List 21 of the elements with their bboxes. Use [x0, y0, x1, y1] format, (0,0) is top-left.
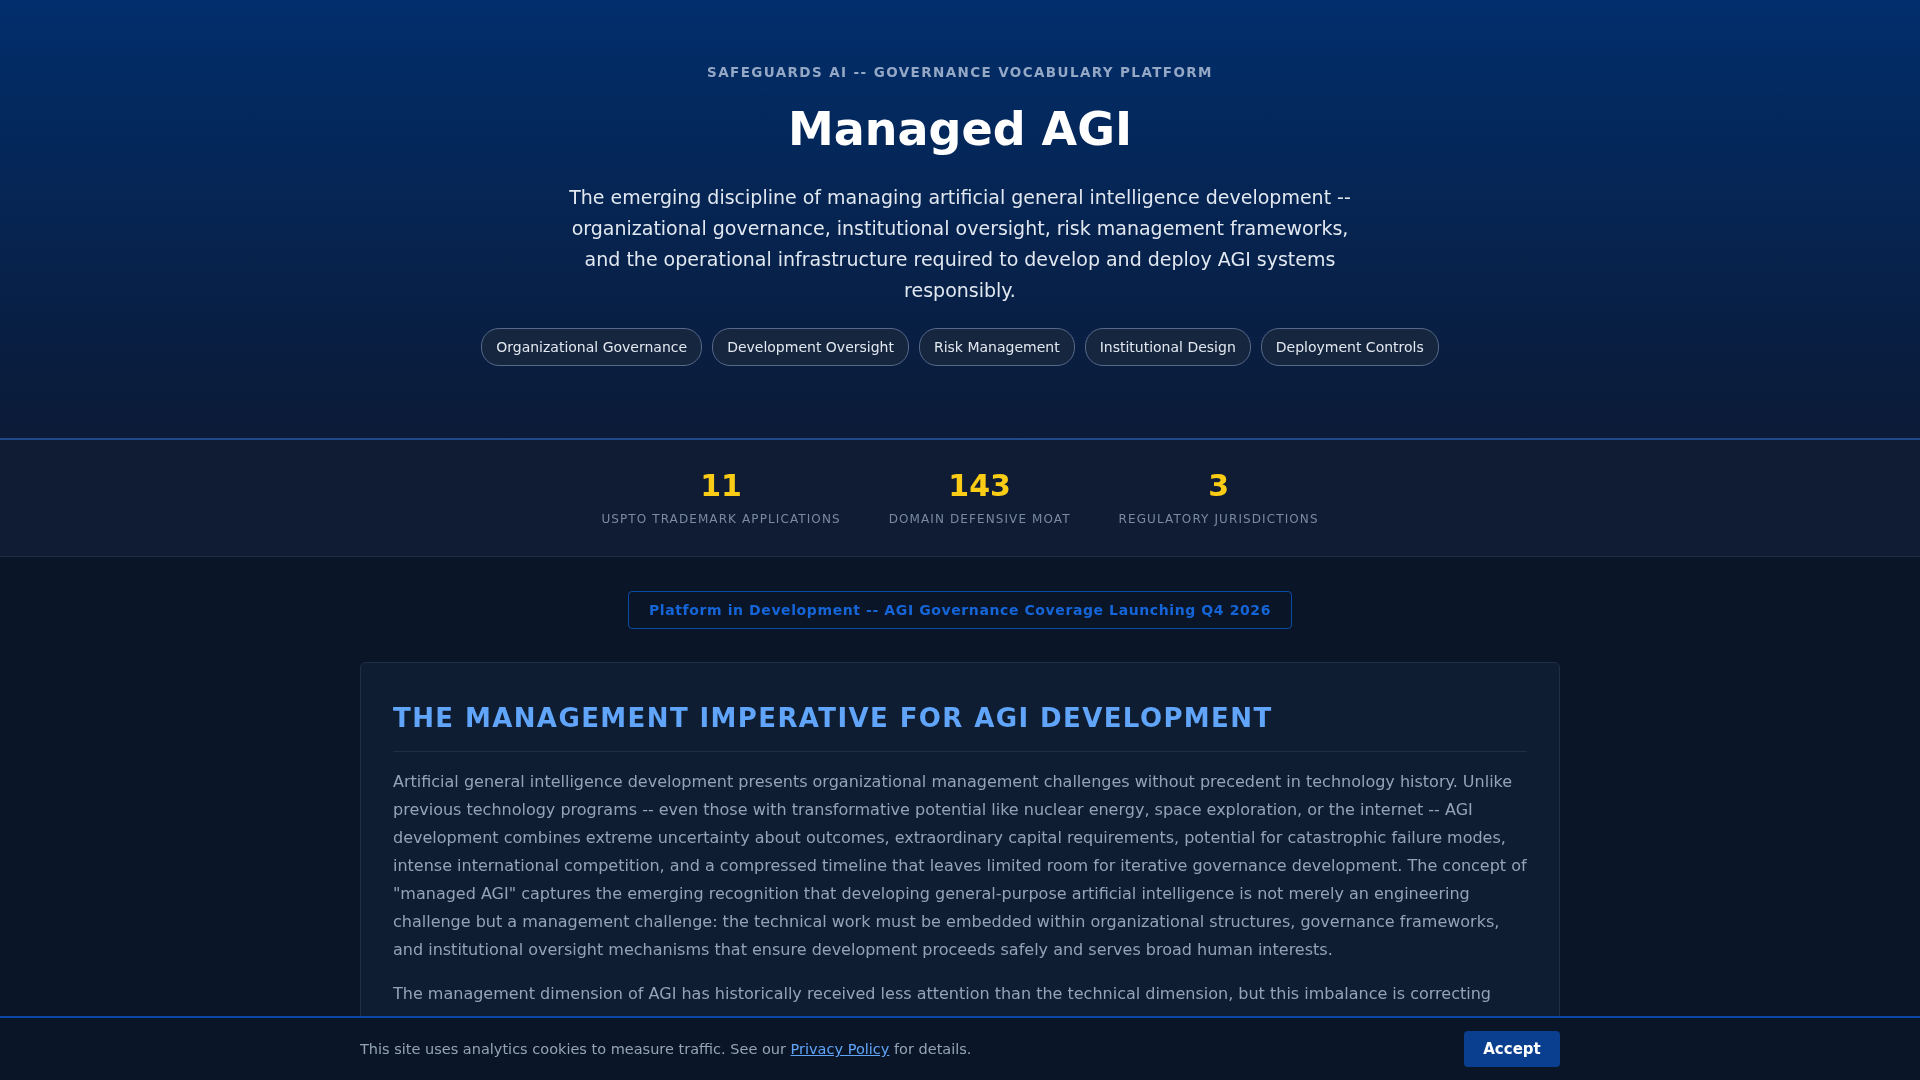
stat-label: REGULATORY JURISDICTIONS	[1118, 512, 1319, 526]
privacy-policy-link[interactable]: Privacy Policy	[790, 1041, 890, 1057]
cookie-message: This site uses analytics cookies to measure traffic. See our Privacy Policy for details.	[360, 1041, 972, 1057]
topic-tag: Organizational Governance	[481, 328, 703, 366]
stat-label: USPTO TRADEMARK APPLICATIONS	[601, 512, 841, 526]
stat-value: 3	[1208, 468, 1230, 504]
body-paragraph: Artificial general intelligence development presents organizational management challenges without precedent in technology history. Unlike previous technology programs -- even those with transformative potential like nuclear energy, space exploration, or the internet -- AGI development combines extreme uncertainty about outcomes, extraordinary capital requirements, potential for catastrophic failure modes, intense international competition, and a compressed timeline that leaves limited room for iterative governance development. The concept of "managed AGI" captures the emerging recognition that developing general-purpose artificial intelligence is not merely an engineering challenge but a management challenge: the technical work must be embedded within organizational structures, governance frameworks, and institutional oversight mechanisms that ensure development proceeds safely and serves broad human interests.	[393, 771, 1527, 961]
section-heading: THE MANAGEMENT IMPERATIVE FOR AGI DEVELOPMENT	[393, 703, 1527, 752]
intro-paragraph: The emerging discipline of managing artificial general intelligence development -- organizational governance, institutional oversight, risk management frameworks, and the operational infrastructure required to develop and deploy AGI systems responsibly.	[568, 185, 1352, 303]
topic-tag: Risk Management	[918, 328, 1075, 366]
stat-value: 143	[948, 468, 1011, 504]
topic-tag: Development Oversight	[712, 328, 909, 366]
stat-label: DOMAIN DEFENSIVE MOAT	[888, 512, 1071, 526]
accept-button[interactable]: Accept	[1464, 1031, 1560, 1067]
topic-tag: Deployment Controls	[1260, 328, 1439, 366]
page-title: Managed AGI	[787, 102, 1133, 156]
development-notice: Platform in Development -- AGI Governance Coverage Launching Q4 2026	[627, 591, 1293, 629]
site-kicker: SAFEGUARDS AI -- GOVERNANCE VOCABULARY PLATFORM	[707, 64, 1213, 80]
topic-tag: Institutional Design	[1084, 328, 1251, 366]
stat-value: 11	[700, 468, 742, 504]
body-paragraph: The management dimension of AGI has historically received less attention than the technical dimension, but this imbalance is correcting	[393, 983, 1492, 1005]
